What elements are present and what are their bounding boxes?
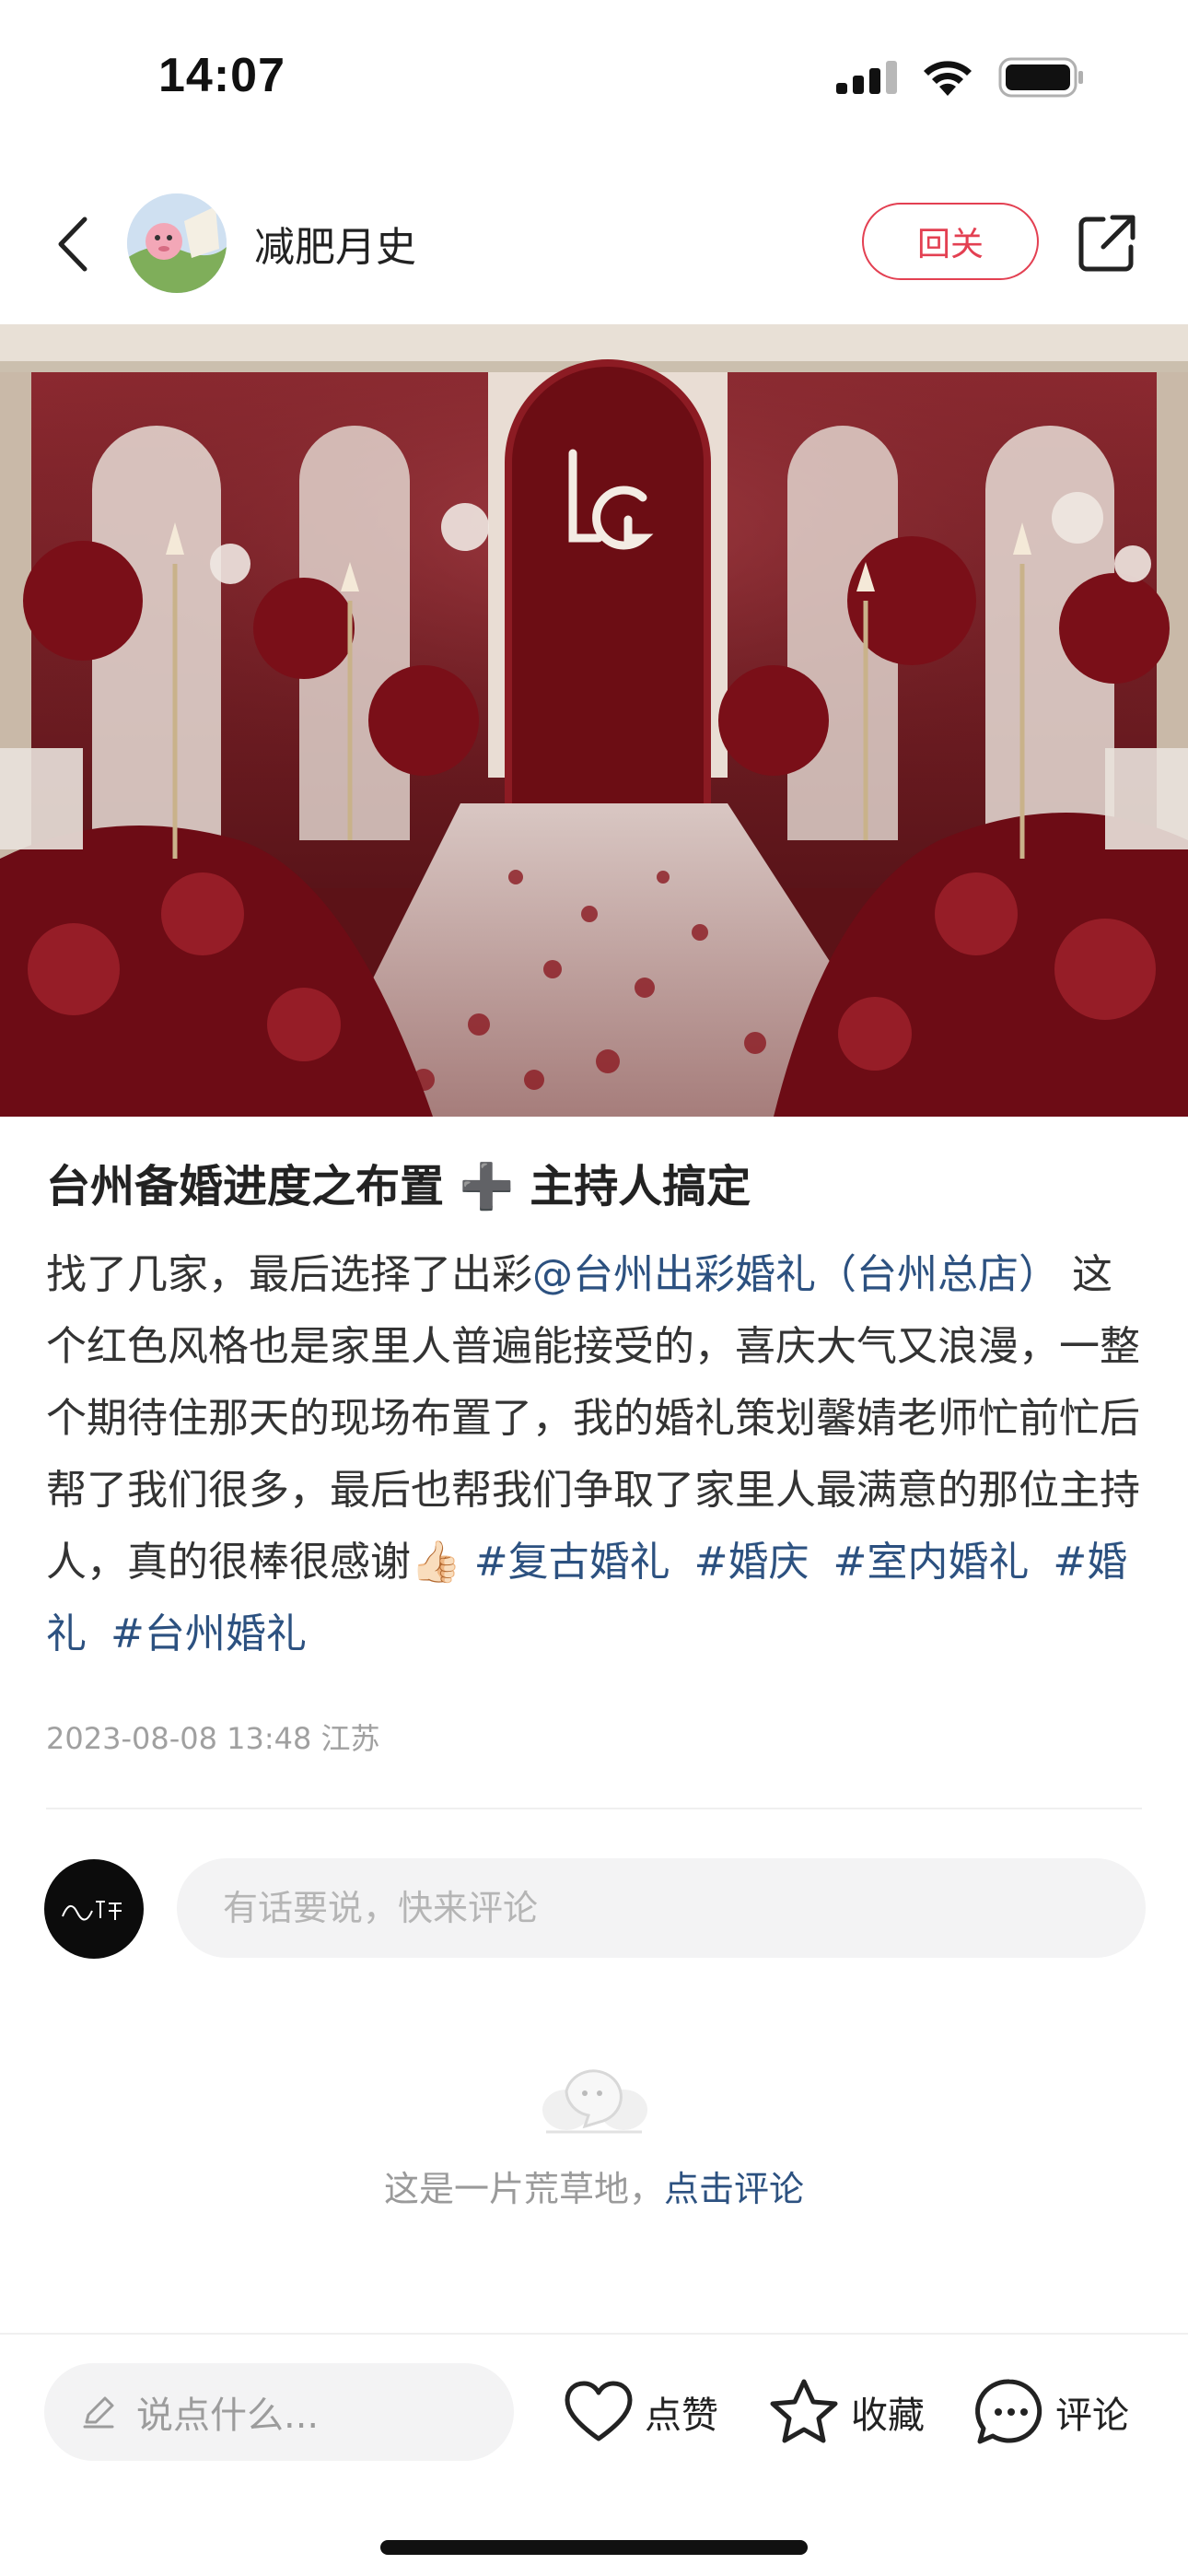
wifi-icon: [924, 61, 972, 96]
like-button[interactable]: 点赞: [564, 2372, 718, 2452]
back-icon: [58, 217, 87, 272]
post-body: 找了几家，最后选择了出彩@台州出彩婚礼（台州总店） 这个红色风格也是家里人普遍能…: [46, 1239, 1142, 1670]
empty-comments-icon: [542, 2069, 647, 2134]
back-button[interactable]: [44, 212, 99, 276]
tap-to-comment-link[interactable]: 点击评论: [664, 2169, 804, 2209]
comment-button[interactable]: 评论: [974, 2372, 1129, 2452]
hashtag-link[interactable]: #复古婚礼: [474, 1539, 670, 1586]
comment-input[interactable]: [177, 1858, 1146, 1958]
status-bar: 14:07: [0, 0, 1188, 157]
collect-button[interactable]: 收藏: [768, 2372, 925, 2452]
star-icon: [770, 2379, 838, 2443]
hashtag-link[interactable]: #室内婚礼: [833, 1539, 1030, 1586]
chat-bubble-icon: [975, 2379, 1042, 2444]
collect-label: 收藏: [851, 2395, 925, 2437]
bottom-bar-divider: [0, 2333, 1188, 2335]
post-body-text: 这个红色风格也是家里人普遍能接受的，喜庆大气又浪漫，一整个期待住那天的现场布置了…: [46, 1251, 1140, 1586]
home-indicator[interactable]: [380, 2540, 808, 2555]
follow-back-button[interactable]: 回关: [862, 203, 1039, 280]
status-time: 14:07: [158, 49, 285, 102]
comment-label: 评论: [1055, 2395, 1129, 2437]
battery-icon: [998, 57, 1083, 98]
user-avatar[interactable]: [44, 1859, 144, 1959]
empty-state-text: 这是一片荒草地，点击评论: [0, 2160, 1188, 2211]
like-label: 点赞: [645, 2395, 718, 2437]
signal-icon: [836, 61, 897, 94]
author-name[interactable]: 减肥月史: [254, 214, 416, 273]
hashtag-link[interactable]: #婚庆: [694, 1539, 809, 1586]
author-avatar[interactable]: [127, 193, 227, 293]
share-button[interactable]: [1072, 208, 1142, 278]
post-title: 台州备婚进度之布置 ➕ 主持人搞定: [46, 1161, 751, 1212]
comment-input-box[interactable]: [177, 1858, 1146, 1958]
post-photo[interactable]: [0, 324, 1188, 1117]
share-icon: [1078, 215, 1136, 272]
content-divider: [46, 1808, 1142, 1809]
store-mention-link[interactable]: @台州出彩婚礼（台州总店）: [532, 1251, 1059, 1298]
brand-logo-icon: [62, 1901, 122, 1921]
say-something-input[interactable]: 说点什么...: [44, 2363, 514, 2461]
heart-icon: [565, 2381, 633, 2441]
say-something-placeholder: 说点什么...: [136, 2395, 320, 2437]
empty-state-message: 这是一片荒草地，: [383, 2169, 664, 2209]
post-date-location: 2023-08-08 13:48 江苏: [46, 1721, 380, 1756]
post-header: 减肥月史 回关: [0, 184, 1188, 304]
pencil-icon: [83, 2396, 114, 2429]
status-icons: [836, 57, 1085, 98]
post-body-intro: 找了几家，最后选择了出彩: [46, 1251, 532, 1298]
hashtag-link[interactable]: #台州婚礼: [111, 1610, 307, 1657]
